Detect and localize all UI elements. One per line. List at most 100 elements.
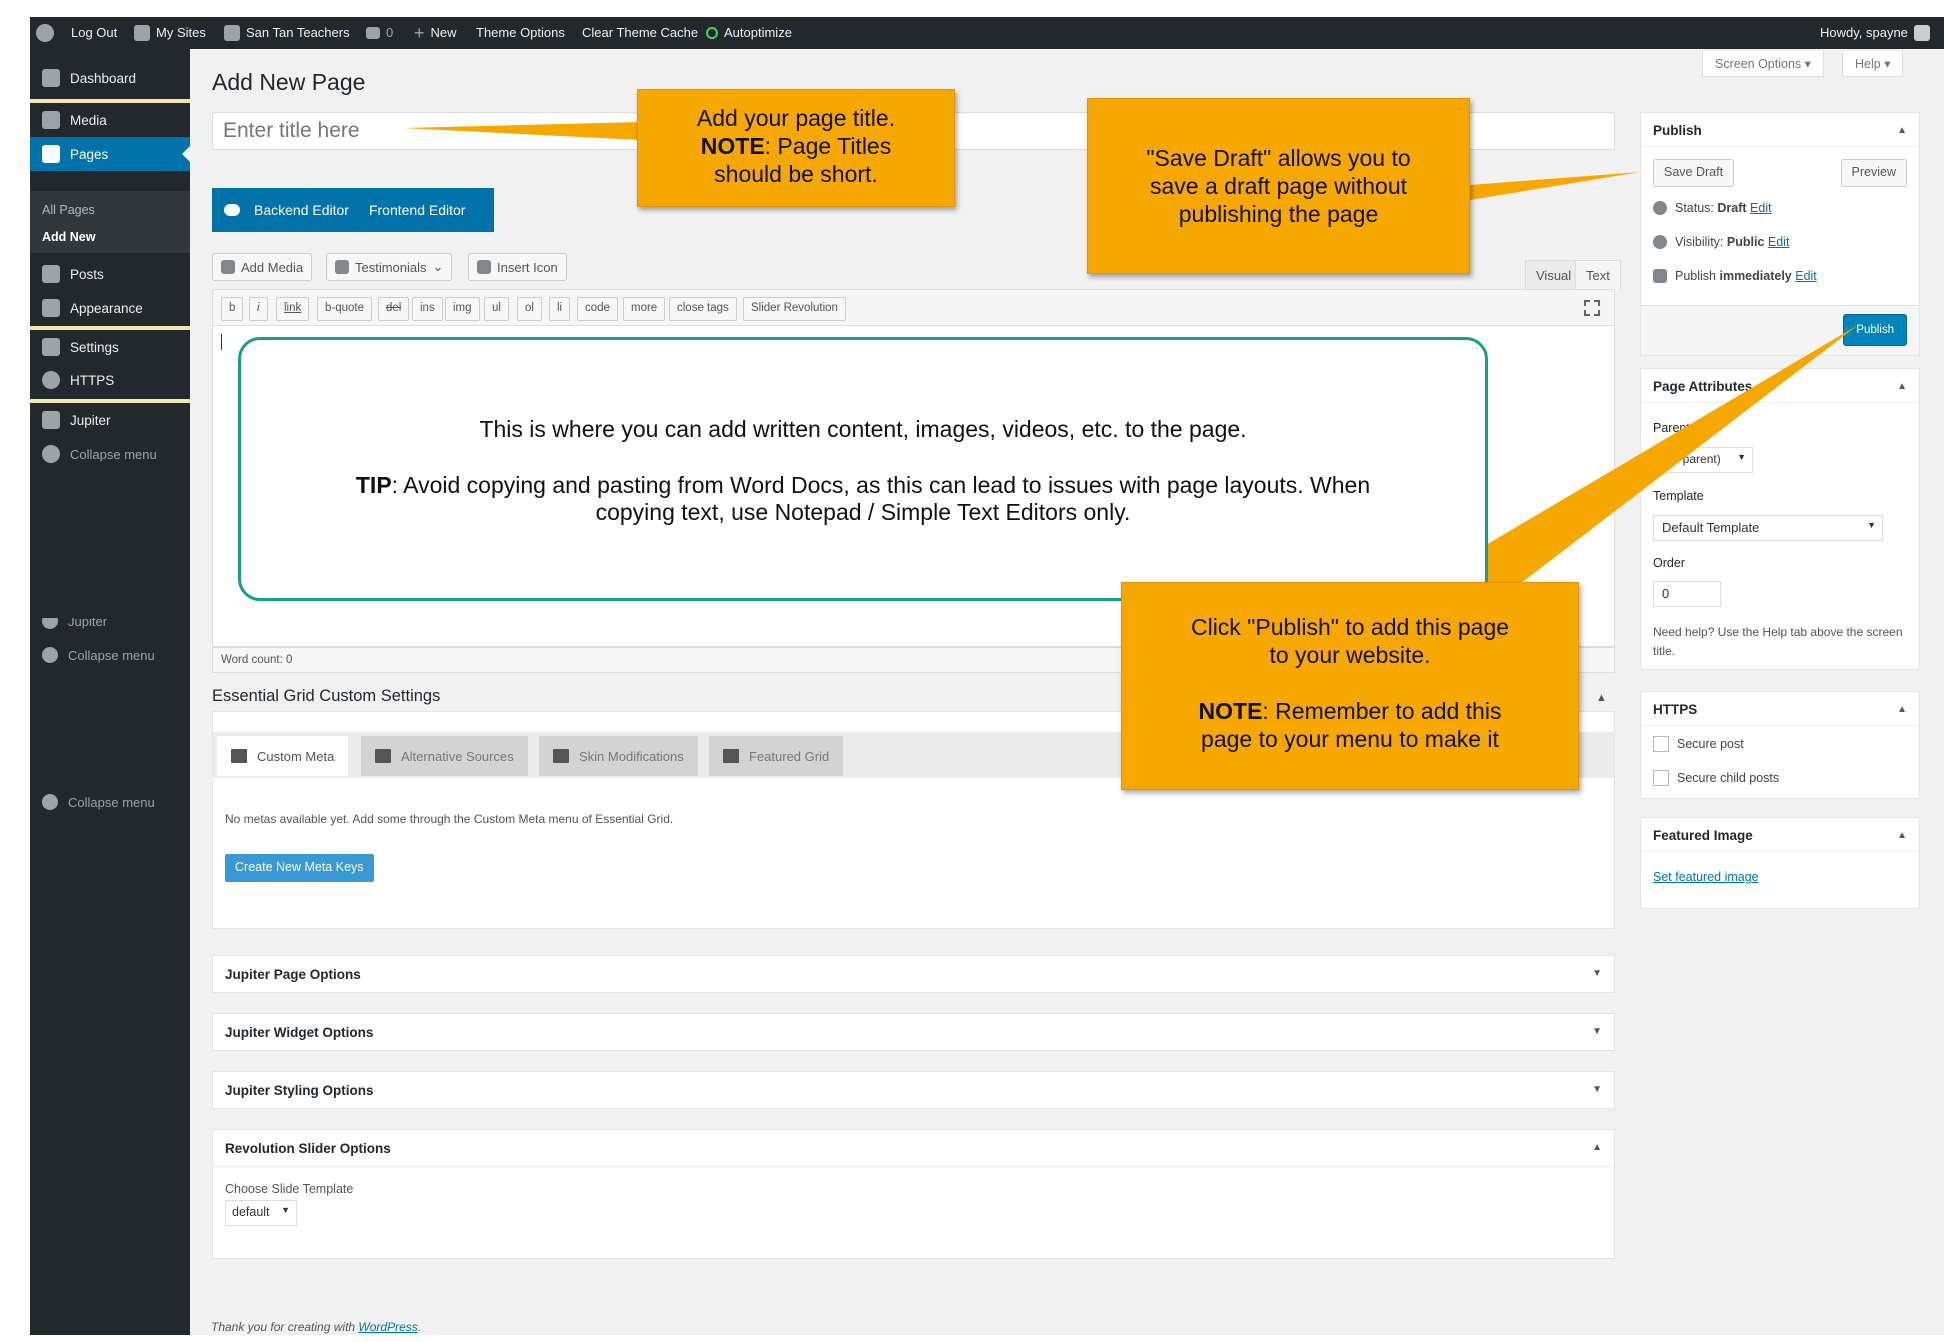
- menu-item-appearance[interactable]: Appearance: [30, 291, 190, 325]
- expand-arrow-icon[interactable]: ▼: [1592, 1026, 1602, 1037]
- create-meta-keys-button[interactable]: Create New Meta Keys: [225, 854, 374, 882]
- collapse-arrow-icon[interactable]: ▲: [1592, 1142, 1602, 1153]
- collapse-arrow-icon[interactable]: ▲: [1897, 125, 1907, 136]
- admin-menu: Dashboard Media Pages All Pages Add New …: [30, 49, 190, 1335]
- site-name-menu[interactable]: San Tan Teachers: [224, 17, 350, 49]
- menu-item-pages[interactable]: Pages: [30, 137, 190, 171]
- quicktag-button[interactable]: b: [221, 297, 244, 321]
- collapse-arrow-icon[interactable]: ▲: [1897, 830, 1907, 841]
- calendar-icon: [1653, 269, 1667, 283]
- footer-text: Thank you for creating with WordPress.: [211, 1320, 422, 1334]
- wordpress-link[interactable]: WordPress: [358, 1320, 417, 1334]
- collapse-arrow-icon[interactable]: ▲: [1596, 692, 1607, 704]
- fullscreen-icon[interactable]: [1584, 300, 1600, 316]
- quicktag-button[interactable]: code: [577, 297, 618, 321]
- logout-link[interactable]: Log Out: [71, 17, 117, 49]
- save-draft-button[interactable]: Save Draft: [1653, 159, 1735, 187]
- menu-item-jupiter[interactable]: Jupiter: [30, 403, 190, 437]
- edit-schedule-link[interactable]: Edit: [1795, 269, 1817, 283]
- template-label: Template: [1653, 489, 1704, 503]
- backend-editor-button[interactable]: Backend Editor: [254, 202, 349, 218]
- preview-button[interactable]: Preview: [1840, 159, 1907, 187]
- submenu-all-pages[interactable]: All Pages: [42, 203, 95, 217]
- insert-icon-button[interactable]: Insert Icon: [468, 253, 567, 281]
- tab-skin-modifications[interactable]: Skin Modifications: [539, 736, 698, 776]
- secure-post-checkbox[interactable]: Secure post: [1653, 736, 1744, 752]
- jupiter-page-options-panel[interactable]: Jupiter Page Options ▼: [212, 955, 1615, 993]
- wordpress-logo-icon[interactable]: [36, 17, 54, 49]
- quicktag-button[interactable]: b-quote: [317, 297, 373, 321]
- submenu-add-new[interactable]: Add New: [42, 230, 95, 244]
- plus-icon: +: [414, 23, 425, 43]
- collapse-arrow-icon[interactable]: ▲: [1897, 704, 1907, 715]
- tab-featured-grid[interactable]: Featured Grid: [709, 736, 844, 776]
- tab-visual[interactable]: Visual: [1525, 260, 1583, 290]
- quicktag-button[interactable]: ol: [517, 297, 542, 321]
- parent-label: Parent: [1653, 421, 1690, 435]
- collapse-arrow-icon[interactable]: ▲: [1897, 381, 1907, 392]
- avatar: [1913, 25, 1930, 41]
- template-select[interactable]: Default Template ▼: [1653, 515, 1883, 541]
- testimonials-button[interactable]: Testimonials ⌄: [326, 253, 453, 281]
- tab-custom-meta[interactable]: Custom Meta: [217, 736, 349, 776]
- featured-image-box: Featured Image ▲ Set featured image: [1640, 817, 1920, 909]
- admin-bar: Log Out My Sites San Tan Teachers 0 + New…: [30, 17, 1944, 49]
- edit-visibility-link[interactable]: Edit: [1768, 235, 1790, 249]
- eye-icon: [1653, 235, 1667, 249]
- menu-item-settings[interactable]: Settings: [30, 330, 190, 364]
- account-menu[interactable]: Howdy, spayne: [1820, 17, 1930, 49]
- add-media-button[interactable]: Add Media: [212, 253, 313, 281]
- collapse-menu-button[interactable]: Collapse menu: [30, 437, 190, 471]
- secure-child-posts-checkbox[interactable]: Secure child posts: [1653, 770, 1779, 786]
- media-icon: [221, 260, 235, 274]
- revolution-slider-options-panel: Revolution Slider Options ▲ Choose Slide …: [212, 1129, 1615, 1259]
- menu-item-posts[interactable]: Posts: [30, 257, 190, 291]
- jupiter-styling-options-panel[interactable]: Jupiter Styling Options ▼: [212, 1071, 1615, 1109]
- tab-text[interactable]: Text: [1575, 260, 1621, 290]
- frontend-editor-button[interactable]: Frontend Editor: [369, 202, 466, 218]
- order-input[interactable]: 0: [1653, 581, 1721, 607]
- quicktags-toolbar: b i link b-quote del ins img ul ol li co…: [212, 289, 1615, 325]
- set-featured-image-link[interactable]: Set featured image: [1653, 870, 1759, 884]
- brush-icon: [553, 749, 569, 763]
- media-icon: [42, 111, 60, 129]
- quicktag-button[interactable]: close tags: [669, 297, 737, 321]
- menu-item-media[interactable]: Media: [30, 103, 190, 137]
- pages-icon: [42, 145, 60, 163]
- ghost-collapse-menu: Collapse menu: [42, 794, 155, 810]
- autoptimize-menu[interactable]: Autoptimize: [706, 17, 792, 49]
- title-callout: Add your page title. NOTE: Page Titles s…: [637, 89, 955, 207]
- menu-item-dashboard[interactable]: Dashboard: [30, 61, 190, 95]
- tab-alternative-sources[interactable]: Alternative Sources: [361, 736, 528, 776]
- publish-box: Publish ▲ Save Draft Preview Status: Draf…: [1640, 112, 1920, 356]
- quicktag-button[interactable]: ins: [412, 297, 443, 321]
- quicktag-button[interactable]: del: [378, 297, 410, 321]
- quicktag-button[interactable]: li: [549, 297, 571, 321]
- media-icon: [375, 749, 391, 763]
- quicktag-button[interactable]: Slider Revolution: [743, 297, 846, 321]
- parent-select[interactable]: (no parent) ▼: [1653, 447, 1753, 473]
- quicktag-button[interactable]: i: [249, 297, 268, 321]
- gear-icon: [42, 371, 60, 389]
- theme-options-link[interactable]: Theme Options: [476, 17, 565, 49]
- wordpress-window: Log Out My Sites San Tan Teachers 0 + New…: [30, 17, 1944, 1335]
- jupiter-widget-options-panel[interactable]: Jupiter Widget Options ▼: [212, 1013, 1615, 1051]
- new-content-menu[interactable]: + New: [414, 17, 457, 49]
- clear-cache-link[interactable]: Clear Theme Cache: [582, 17, 698, 49]
- choose-slide-label: Choose Slide Template: [225, 1182, 354, 1196]
- publish-button[interactable]: Publish: [1843, 314, 1907, 346]
- edit-status-link[interactable]: Edit: [1750, 201, 1772, 215]
- quicktag-button[interactable]: ul: [484, 297, 509, 321]
- expand-arrow-icon[interactable]: ▼: [1592, 968, 1602, 979]
- slide-template-select[interactable]: default ▼: [225, 1200, 297, 1226]
- quicktag-button[interactable]: more: [623, 297, 666, 321]
- expand-arrow-icon[interactable]: ▼: [1592, 1084, 1602, 1095]
- my-sites-menu[interactable]: My Sites: [134, 17, 206, 49]
- quicktag-button[interactable]: img: [445, 297, 480, 321]
- menu-item-https[interactable]: HTTPS: [30, 363, 190, 397]
- help-button[interactable]: Help ▾: [1842, 51, 1904, 77]
- status-circle-icon: [706, 27, 718, 39]
- quicktag-button[interactable]: link: [276, 297, 310, 321]
- screen-options-button[interactable]: Screen Options ▾: [1702, 51, 1824, 77]
- comments-link[interactable]: 0: [366, 17, 393, 49]
